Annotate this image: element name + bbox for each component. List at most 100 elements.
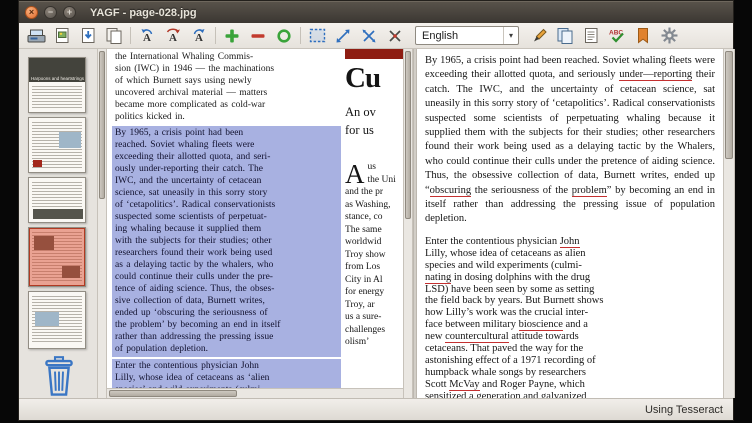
thumbnail-photo bbox=[33, 209, 83, 219]
copy-text-button[interactable] bbox=[552, 25, 578, 47]
original-size-icon bbox=[276, 28, 292, 44]
zoom-out-icon bbox=[250, 28, 266, 44]
thumbnail-page-1[interactable]: Harpoons and heartstrings bbox=[28, 57, 86, 113]
thumbnail-page-3[interactable] bbox=[28, 177, 86, 223]
scan-column-right: Cu An ovfor us A usthe Uniand the pras W… bbox=[345, 49, 403, 398]
pen-icon bbox=[531, 27, 548, 44]
text-editor-scrollbar[interactable] bbox=[723, 49, 735, 398]
thumbnail-photo bbox=[59, 132, 81, 148]
scrollbar-thumb[interactable] bbox=[405, 51, 411, 219]
rotate-180-button[interactable]: A bbox=[160, 25, 186, 47]
rotate-180-icon: A bbox=[164, 27, 182, 44]
language-dropdown[interactable]: English ▾ bbox=[415, 26, 519, 45]
status-text: Using Tesseract bbox=[645, 404, 723, 416]
scan-column-left: the International Whaling Commis-sion (I… bbox=[115, 51, 341, 398]
thumbnail-caption: Harpoons and heartstrings bbox=[31, 76, 84, 81]
open-image-icon bbox=[54, 27, 71, 44]
scan-body: A usthe Uniand the pras Washing,stance, … bbox=[345, 161, 403, 349]
thumbnail-text-lines bbox=[32, 86, 82, 109]
bookmark-icon bbox=[635, 27, 651, 44]
page-image-view[interactable]: the International Whaling Commis-sion (I… bbox=[107, 49, 403, 398]
rotate-left-button[interactable]: A bbox=[134, 25, 160, 47]
toolbar-separator bbox=[215, 27, 216, 44]
titlebar[interactable]: × − + YAGF - page-028.jpg bbox=[19, 1, 733, 23]
select-region-icon bbox=[309, 28, 326, 43]
trash-icon bbox=[41, 356, 77, 396]
selected-thumbnail-overlay bbox=[29, 228, 85, 286]
gear-icon bbox=[661, 27, 678, 44]
save-image-button[interactable] bbox=[75, 25, 101, 47]
chevron-down-icon[interactable]: ▾ bbox=[503, 27, 518, 44]
toolbar: A A A English ▾ ABC bbox=[19, 23, 733, 49]
maximize-icon: + bbox=[67, 8, 72, 17]
zoom-in-icon bbox=[224, 28, 240, 44]
scan-paragraph: the International Whaling Commis-sion (I… bbox=[115, 51, 341, 123]
scan-dropcap: A bbox=[345, 162, 365, 186]
fit-page-button[interactable] bbox=[330, 25, 356, 47]
scan-body-lines: usthe Uniand the pras Washing,stance, co… bbox=[345, 161, 403, 349]
thumbnail-page-4-selected[interactable] bbox=[28, 227, 86, 287]
thumbnail-page-5[interactable] bbox=[28, 291, 86, 349]
thumbnail-photo: Harpoons and heartstrings bbox=[29, 58, 85, 82]
ocr-text-editor[interactable]: By 1965, a crisis point had been reached… bbox=[417, 49, 723, 398]
close-icon: × bbox=[29, 8, 34, 17]
selected-text-region[interactable]: By 1965, a crisis point had beenreached.… bbox=[112, 126, 341, 357]
rotate-right-button[interactable]: A bbox=[186, 25, 212, 47]
open-image-button[interactable] bbox=[49, 25, 75, 47]
split-horizontal-button[interactable] bbox=[356, 25, 382, 47]
thumbnail-panel: Harpoons and heartstrings bbox=[19, 49, 97, 398]
window-title: YAGF - page-028.jpg bbox=[90, 7, 197, 19]
zoom-in-button[interactable] bbox=[219, 25, 245, 47]
scrollbar-thumb[interactable] bbox=[99, 51, 105, 199]
status-bar: Using Tesseract bbox=[19, 398, 733, 420]
zoom-out-button[interactable] bbox=[245, 25, 271, 47]
save-icon bbox=[80, 27, 97, 44]
svg-text:A: A bbox=[143, 32, 151, 44]
minimize-icon: − bbox=[48, 8, 53, 17]
scan-button[interactable] bbox=[23, 25, 49, 47]
toolbar-separator bbox=[130, 27, 131, 44]
thumbnail-page-2[interactable] bbox=[28, 117, 86, 173]
settings-button[interactable] bbox=[656, 25, 682, 47]
scrollbar-thumb[interactable] bbox=[725, 51, 733, 159]
svg-text:A: A bbox=[169, 32, 177, 44]
ocr-button[interactable] bbox=[526, 25, 552, 47]
pages-icon bbox=[105, 27, 123, 44]
original-size-button[interactable] bbox=[271, 25, 297, 47]
language-value: English bbox=[416, 30, 503, 42]
scan-red-banner bbox=[345, 49, 403, 59]
ocr-paragraph-1: By 1965, a crisis point had been reached… bbox=[425, 54, 715, 227]
select-region-button[interactable] bbox=[304, 25, 330, 47]
main-area: Harpoons and heartstrings bbox=[19, 49, 733, 398]
app-window: × − + YAGF - page-028.jpg A A A English … bbox=[18, 0, 734, 421]
scrollbar-thumb[interactable] bbox=[109, 390, 237, 397]
scan-headline: Cu bbox=[345, 62, 403, 94]
thumbnail-photo bbox=[35, 312, 59, 326]
thumbnail-photo bbox=[33, 160, 42, 167]
scan-subtitle: An ovfor us bbox=[345, 103, 403, 139]
rotate-left-icon: A bbox=[138, 27, 156, 44]
fit-page-icon bbox=[335, 28, 351, 44]
split-vertical-button[interactable] bbox=[382, 25, 408, 47]
recognize-all-button[interactable] bbox=[630, 25, 656, 47]
spellcheck-icon: ABC bbox=[608, 27, 626, 44]
spellcheck-button[interactable]: ABC bbox=[604, 25, 630, 47]
scanner-icon bbox=[27, 27, 46, 44]
image-vertical-scrollbar[interactable] bbox=[403, 49, 413, 398]
thumbnail-text-lines bbox=[32, 182, 82, 208]
save-text-button[interactable] bbox=[578, 25, 604, 47]
close-button[interactable]: × bbox=[25, 6, 38, 19]
thumbnail-scrollbar[interactable] bbox=[97, 49, 107, 398]
split-horizontal-icon bbox=[361, 28, 377, 44]
delete-page-button[interactable] bbox=[39, 355, 79, 397]
copy-icon bbox=[556, 27, 574, 44]
split-vertical-icon bbox=[387, 28, 403, 44]
ocr-paragraph-2: Enter the contentious physician JohnLill… bbox=[425, 236, 715, 398]
maximize-button[interactable]: + bbox=[63, 6, 76, 19]
image-horizontal-scrollbar[interactable] bbox=[107, 388, 403, 398]
rotate-right-icon: A bbox=[190, 27, 208, 44]
minimize-button[interactable]: − bbox=[44, 6, 57, 19]
pages-button[interactable] bbox=[101, 25, 127, 47]
text-document-icon bbox=[583, 27, 600, 44]
toolbar-separator bbox=[300, 27, 301, 44]
